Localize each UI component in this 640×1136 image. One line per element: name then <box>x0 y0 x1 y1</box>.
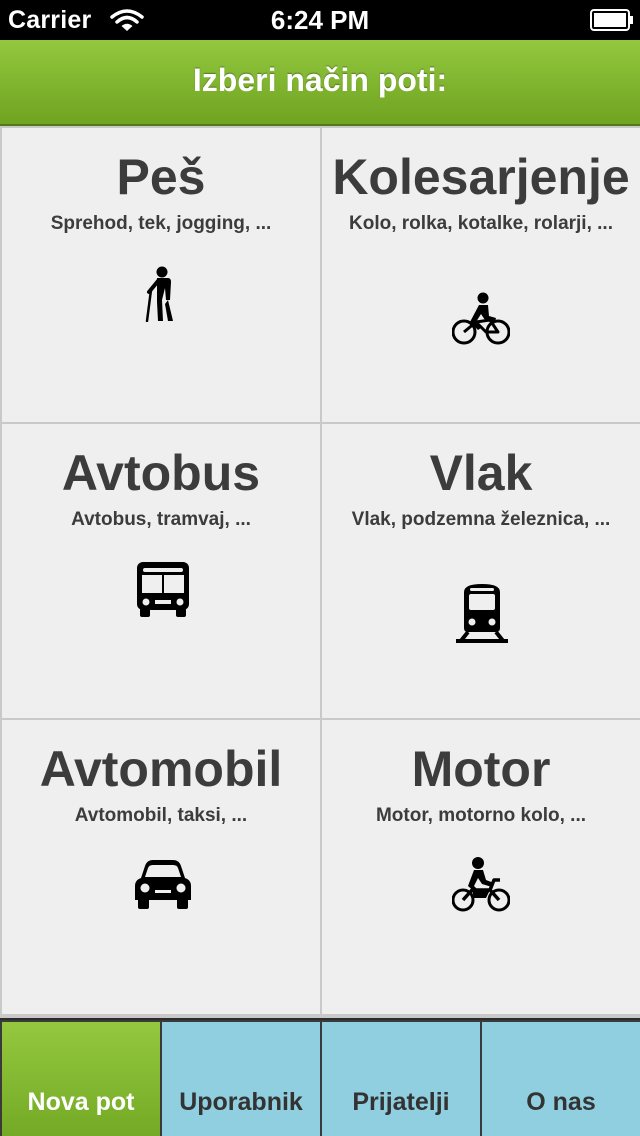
tab-label: O nas <box>526 1088 596 1116</box>
header-bar: Izberi način poti: <box>0 40 640 126</box>
bicycle-icon <box>452 292 510 346</box>
mode-tile-motorcycle[interactable]: Motor Motor, motorno kolo, ... <box>322 720 640 1014</box>
walking-person-icon <box>144 266 178 322</box>
mode-subtitle: Vlak, podzemna železnica, ... <box>351 509 611 530</box>
mode-subtitle: Avtomobil, taksi, ... <box>74 805 248 826</box>
car-icon <box>135 860 191 910</box>
mode-tile-train[interactable]: Vlak Vlak, podzemna železnica, ... <box>322 424 640 718</box>
mode-title: Motor <box>411 741 551 797</box>
page-title: Izberi način poti: <box>192 62 448 98</box>
tab-o-nas[interactable]: O nas <box>482 1022 640 1136</box>
tab-label: Prijatelji <box>352 1088 450 1116</box>
mode-subtitle: Motor, motorno kolo, ... <box>375 805 587 826</box>
mode-title: Avtobus <box>61 445 261 501</box>
mode-subtitle: Sprehod, tek, jogging, ... <box>50 213 272 234</box>
train-icon <box>454 584 510 644</box>
mode-title: Kolesarjenje <box>332 149 630 205</box>
mode-subtitle: Avtobus, tramvaj, ... <box>71 509 251 530</box>
status-bar: Carrier 6:24 PM <box>0 0 640 40</box>
mode-tile-car[interactable]: Avtomobil Avtomobil, taksi, ... <box>2 720 320 1014</box>
mode-tile-walking[interactable]: Peš Sprehod, tek, jogging, ... <box>2 128 320 422</box>
tab-uporabnik[interactable]: Uporabnik <box>162 1022 320 1136</box>
tab-bar: Nova pot Uporabnik Prijatelji O nas <box>0 1018 640 1136</box>
mode-tile-cycling[interactable]: Kolesarjenje Kolo, rolka, kotalke, rolar… <box>322 128 640 422</box>
clock: 6:24 PM <box>270 5 370 35</box>
mode-subtitle: Kolo, rolka, kotalke, rolarji, ... <box>349 213 613 234</box>
mode-title: Peš <box>116 149 206 205</box>
motorcycle-icon <box>452 856 510 914</box>
tab-label: Uporabnik <box>179 1088 303 1116</box>
mode-title: Vlak <box>429 445 533 501</box>
tab-nova-pot[interactable]: Nova pot <box>2 1022 160 1136</box>
travel-mode-grid: Peš Sprehod, tek, jogging, ... Kolesarje… <box>0 126 640 1018</box>
screen: Carrier 6:24 PM Izberi način poti: Peš S… <box>0 0 640 1136</box>
mode-tile-bus[interactable]: Avtobus Avtobus, tramvaj, ... <box>2 424 320 718</box>
mode-title: Avtomobil <box>39 741 283 797</box>
tab-prijatelji[interactable]: Prijatelji <box>322 1022 480 1136</box>
battery-icon <box>590 9 634 31</box>
tab-label: Nova pot <box>27 1088 135 1116</box>
bus-icon <box>135 560 191 618</box>
